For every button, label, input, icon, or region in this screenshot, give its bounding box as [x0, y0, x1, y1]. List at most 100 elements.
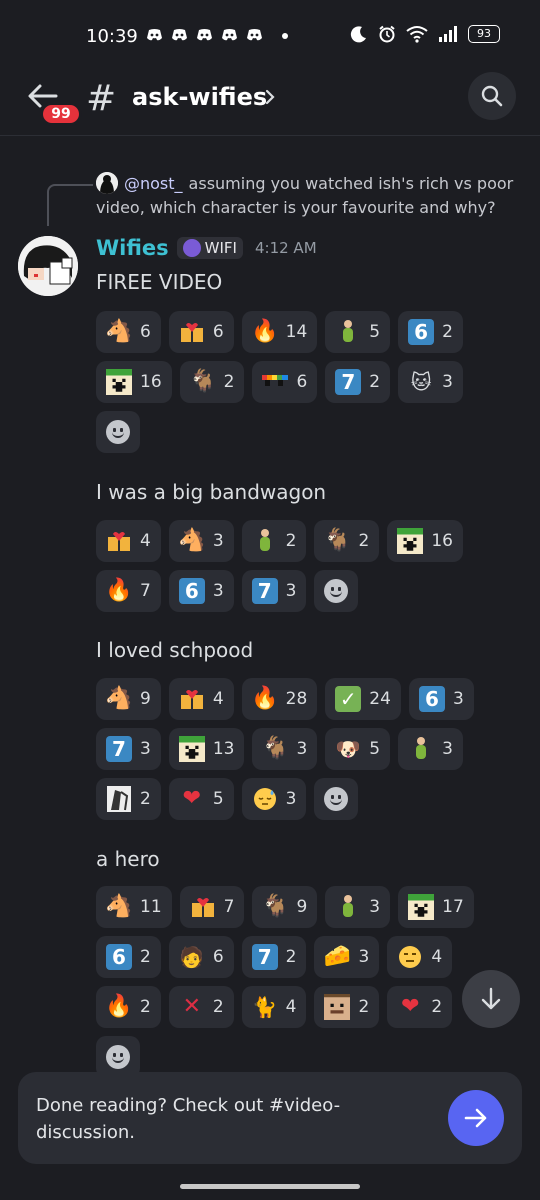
go-to-channel-button[interactable] — [448, 1090, 504, 1146]
reaction-chip[interactable]: 🐴 6 — [96, 311, 161, 353]
fire-icon: 🔥 — [250, 319, 279, 344]
reaction-count: 6 — [140, 322, 151, 342]
reaction-chip[interactable]: 2 — [241, 520, 307, 562]
add-reaction-button[interactable] — [314, 778, 359, 820]
reaction-chip[interactable]: 72 — [325, 361, 391, 403]
reaction-count: 3 — [358, 947, 370, 967]
reaction-chip[interactable]: 4 — [96, 520, 161, 562]
message-timestamp: 4:12 AM — [254, 239, 317, 257]
reaction-chip[interactable]: 🐴 11 — [96, 886, 172, 928]
reaction-chip[interactable]: 3 — [241, 778, 307, 820]
reaction-chip[interactable]: 🐴 9 — [96, 678, 161, 720]
reply-username[interactable]: @nost_ — [124, 174, 183, 193]
reaction-chip[interactable]: 62 — [398, 311, 463, 353]
reaction-chip[interactable]: 13 — [168, 728, 245, 770]
search-button[interactable] — [468, 72, 516, 120]
reaction-chip[interactable]: ❤ 2 — [387, 986, 453, 1028]
goat-icon: 🐐 — [323, 528, 352, 553]
reaction-count: 3 — [285, 789, 297, 809]
reaction-chip[interactable]: 16 — [96, 361, 172, 403]
reaction-chip[interactable]: 🐐 2 — [314, 520, 380, 562]
reaction-chip[interactable]: 🧑 6 — [168, 936, 234, 978]
discord-notification-icon — [246, 28, 263, 42]
reaction-chip[interactable]: 🔥 7 — [96, 570, 161, 612]
reaction-chip[interactable]: 72 — [241, 936, 307, 978]
reaction-chip[interactable]: 63 — [168, 570, 234, 612]
home-indicator[interactable] — [180, 1184, 360, 1189]
add-reaction-button[interactable] — [314, 570, 359, 612]
reaction-chip[interactable]: 17 — [398, 886, 474, 928]
reaction-count: 3 — [212, 531, 224, 551]
keycap-7-icon: 7 — [251, 578, 278, 604]
reaction-chip[interactable]: 63 — [408, 678, 474, 720]
reply-preview[interactable]: @nost_ assuming you watched ish's rich vs… — [96, 172, 516, 220]
reaction-chip[interactable]: 🐴 3 — [168, 520, 234, 562]
reaction-count: 2 — [431, 997, 443, 1017]
reaction-chip[interactable]: 🐐 9 — [252, 886, 318, 928]
moon-tag-icon — [182, 239, 201, 257]
signal-icon — [439, 26, 457, 42]
reaction-chip[interactable]: 5 — [325, 311, 391, 353]
add-reaction-button[interactable] — [96, 411, 140, 453]
reaction-count: 9 — [140, 689, 151, 709]
reaction-chip[interactable]: 73 — [96, 728, 161, 770]
reaction-chip[interactable]: 6 — [168, 311, 234, 353]
reaction-chip[interactable]: 4 — [168, 678, 234, 720]
reaction-chip[interactable]: 🐶 5 — [325, 728, 391, 770]
reaction-count: 2 — [285, 947, 297, 967]
reaction-chip[interactable]: 6 — [252, 361, 318, 403]
reaction-chip[interactable]: 73 — [241, 570, 307, 612]
avatar[interactable] — [18, 236, 78, 296]
reaction-chip[interactable]: 62 — [96, 936, 161, 978]
channel-name[interactable]: ask-wifies — [132, 83, 267, 111]
heart-hands-icon — [190, 894, 216, 920]
message-text: FIREE VIDEO — [96, 270, 223, 294]
system-icons: 93 — [350, 25, 500, 43]
reaction-chip[interactable]: 4 — [387, 936, 453, 978]
reaction-count: 6 — [296, 372, 308, 392]
reaction-count: 2 — [442, 322, 453, 342]
reaction-count: 3 — [140, 739, 151, 759]
heart-hands-icon — [179, 686, 205, 712]
reaction-chip[interactable]: 3 — [325, 886, 391, 928]
reaction-count: 3 — [442, 372, 453, 392]
reaction-count: 16 — [431, 531, 453, 551]
message-header: Wifies WIFI 4:12 AM — [96, 236, 317, 260]
reply-connector — [47, 184, 93, 226]
reaction-chip[interactable]: 16 — [387, 520, 463, 562]
reaction-chip[interactable]: ✓ 24 — [325, 678, 401, 720]
fire-icon: 🔥 — [105, 994, 133, 1019]
goat-icon: 🐐 — [261, 894, 290, 919]
cross-mark-icon: ✕ — [182, 994, 202, 1019]
horse-icon: 🐴 — [105, 319, 133, 344]
author-name[interactable]: Wifies — [96, 236, 169, 260]
reaction-chip[interactable]: ❤ 5 — [168, 778, 234, 820]
reaction-chip[interactable]: 🐐 3 — [252, 728, 318, 770]
reaction-count: 5 — [369, 322, 381, 342]
server-tag[interactable]: WIFI — [176, 237, 243, 259]
reaction-chip[interactable]: ✕ 2 — [168, 986, 234, 1028]
reaction-chip[interactable]: 2 — [314, 986, 380, 1028]
cat-meme-icon: 🐈 — [252, 995, 278, 1019]
green-figure-icon — [408, 736, 434, 762]
reaction-count: 3 — [452, 689, 464, 709]
jump-to-bottom-button[interactable] — [462, 970, 520, 1028]
chevron-right-icon[interactable] — [262, 85, 278, 109]
check-mark-icon: ✓ — [335, 686, 362, 712]
reaction-count: 2 — [223, 372, 235, 392]
discord-notification-icon — [146, 28, 163, 42]
reaction-chip[interactable]: 7 — [179, 886, 245, 928]
reaction-chip[interactable]: 🐐 2 — [179, 361, 245, 403]
reaction-chip[interactable]: 2 — [96, 778, 161, 820]
reaction-chip[interactable]: 🧀 3 — [314, 936, 380, 978]
arrow-down-icon — [481, 987, 501, 1010]
reaction-chip[interactable]: 🔥 2 — [96, 986, 161, 1028]
reaction-count: 3 — [369, 897, 381, 917]
reaction-count: 2 — [212, 997, 224, 1017]
reaction-chip[interactable]: 🐈 4 — [241, 986, 307, 1028]
reaction-chip[interactable]: 🔥 14 — [241, 311, 318, 353]
reaction-count: 11 — [140, 897, 162, 917]
reaction-chip[interactable]: 🐱 3 — [398, 361, 463, 403]
reaction-chip[interactable]: 🔥 28 — [241, 678, 318, 720]
reaction-chip[interactable]: 3 — [398, 728, 463, 770]
